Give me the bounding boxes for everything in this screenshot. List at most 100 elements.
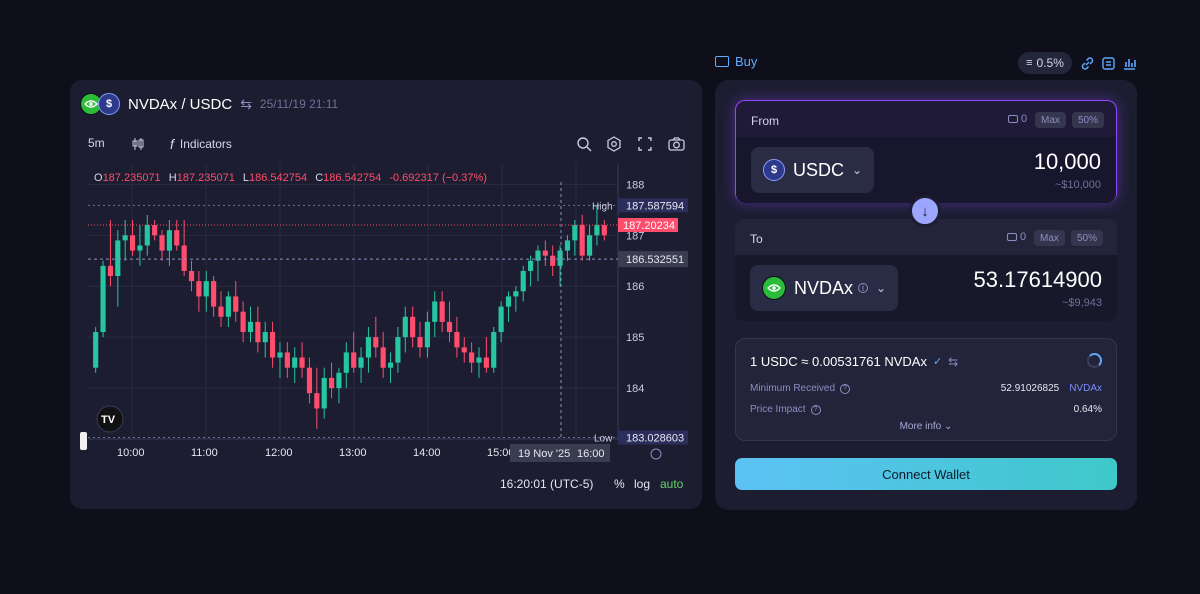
candle-body — [542, 250, 548, 256]
to-max-button[interactable]: Max — [1034, 230, 1065, 246]
link-icon[interactable] — [1078, 54, 1096, 72]
candle-body — [211, 281, 217, 307]
ohlc-low: 186.542754 — [249, 172, 307, 184]
bar-chart-icon[interactable] — [1120, 54, 1138, 72]
arrow-down-icon: ↓ — [921, 202, 929, 220]
help-icon[interactable]: ? — [840, 383, 851, 394]
log-scale-toggle[interactable]: log — [634, 477, 650, 491]
candle-body — [247, 321, 254, 333]
from-balance-value: 0 — [1021, 113, 1028, 125]
candle-body — [93, 332, 99, 368]
from-amount-input[interactable]: 10,000 — [1034, 149, 1101, 175]
candle-body — [439, 301, 445, 322]
to-input-area: NVDAx i ⌄ 53.17614900 ~$9,943 — [735, 255, 1117, 321]
from-label: From — [751, 114, 779, 128]
switch-direction-button[interactable]: ↓ — [909, 195, 941, 227]
to-half-button[interactable]: 50% — [1071, 230, 1104, 246]
sliders-icon: ≡ — [1026, 57, 1033, 69]
candle-body — [358, 357, 364, 368]
candle-body — [262, 332, 268, 343]
auto-scale-toggle[interactable]: auto — [660, 477, 683, 491]
route-icon[interactable] — [1099, 54, 1117, 72]
verified-check-icon: ✓ — [932, 356, 943, 368]
from-max-button[interactable]: Max — [1035, 112, 1066, 128]
from-token-select[interactable]: $ USDC ⌄ — [751, 147, 875, 193]
candlestick-chart[interactable]: O187.235071 H187.235071 L186.542754 C186… — [70, 164, 702, 464]
candle-body — [387, 362, 394, 368]
crosshair-price: 186.532551 — [626, 254, 684, 266]
candle-body — [107, 265, 114, 277]
candle-body — [505, 296, 512, 307]
from-token-name: USDC — [793, 159, 845, 180]
candle-body — [520, 270, 526, 292]
min-received-value-row: 52.91026825 NVDAx — [1001, 383, 1102, 394]
to-token-select[interactable]: NVDAx i ⌄ — [750, 265, 899, 311]
y-tick-label: 184 — [626, 383, 644, 395]
candle-body — [564, 240, 571, 251]
candle-body — [240, 311, 246, 333]
candles — [93, 204, 607, 429]
connect-wallet-button[interactable]: Connect Wallet — [735, 458, 1117, 490]
pair-header: $ NVDAx / USDC ⇆ 25/11/19 21:11 — [80, 92, 338, 116]
candle-body — [196, 281, 202, 297]
indicators-button[interactable]: f Indicators — [170, 136, 232, 152]
candle-body — [454, 332, 460, 348]
chart-panel: $ NVDAx / USDC ⇆ 25/11/19 21:11 5m f Ind… — [70, 80, 702, 509]
compare-search-icon[interactable] — [574, 134, 594, 154]
settings-gear-icon[interactable] — [604, 134, 624, 154]
usdc-logo-icon: $ — [98, 93, 120, 115]
ohlc-close: 186.542754 — [323, 172, 381, 184]
wallet-icon — [1008, 115, 1018, 123]
candle-body — [284, 352, 290, 368]
price-impact-label: Price Impact — [750, 404, 806, 415]
candle-body — [181, 245, 187, 271]
candle-body — [483, 357, 489, 368]
to-amount-output: 53.17614900 — [973, 267, 1102, 292]
candle-body — [373, 337, 379, 348]
candle-body — [255, 321, 261, 343]
from-half-button[interactable]: 50% — [1072, 112, 1105, 128]
y-tick-label: 185 — [626, 332, 644, 344]
candle-type-icon[interactable] — [128, 134, 148, 154]
candle-body — [292, 357, 298, 368]
candle-body — [579, 225, 585, 256]
buy-tab[interactable]: Buy — [715, 54, 757, 69]
candle-body — [115, 240, 121, 277]
slippage-value: 0.5% — [1036, 56, 1064, 70]
scroll-handle — [80, 432, 87, 450]
candle-body — [321, 377, 327, 409]
candle-body — [166, 230, 172, 251]
more-info-toggle[interactable]: More info ⌄ — [736, 421, 1116, 432]
candle-body — [343, 352, 349, 373]
interval-button[interactable]: 5m — [88, 136, 105, 150]
high-value: 187.587594 — [626, 200, 684, 212]
from-balance: 0 — [1008, 113, 1027, 125]
candle-body — [328, 377, 335, 389]
candle-body — [601, 225, 607, 236]
time-axis: 10:00 11:00 12:00 13:00 14:00 15:00 — [117, 447, 515, 459]
to-panel: To 0 Max 50% NVDAx i ⌄ 53.17614900 ~$9,9… — [735, 219, 1117, 321]
pair-title[interactable]: NVDAx / USDC — [128, 96, 232, 113]
candle-body — [270, 332, 276, 358]
candle-body — [380, 347, 386, 368]
candle-body — [218, 306, 224, 317]
invert-pair-icon[interactable]: ⇆ — [240, 96, 252, 113]
candle-body — [306, 367, 313, 394]
candle-body — [594, 225, 600, 236]
invert-rate-icon[interactable]: ⇆ — [948, 355, 958, 369]
more-info-label: More info — [899, 421, 942, 432]
fullscreen-icon[interactable] — [635, 134, 655, 154]
help-icon[interactable]: ? — [810, 404, 821, 415]
chevron-down-icon: ⌄ — [852, 163, 863, 177]
pair-datetime: 25/11/19 21:11 — [259, 97, 339, 111]
candle-body — [225, 296, 231, 317]
percent-scale-toggle[interactable]: % — [614, 477, 625, 491]
info-icon[interactable]: i — [858, 283, 869, 294]
camera-icon[interactable] — [666, 134, 686, 154]
y-tick-label: 188 — [626, 179, 644, 191]
candle-body — [402, 316, 408, 338]
swap-panel: From 0 Max 50% $ USDC ⌄ 10,000 ~$10,000 … — [715, 80, 1137, 510]
candle-body — [159, 235, 165, 251]
candle-body — [152, 225, 158, 236]
slippage-button[interactable]: ≡ 0.5% — [1018, 52, 1072, 74]
